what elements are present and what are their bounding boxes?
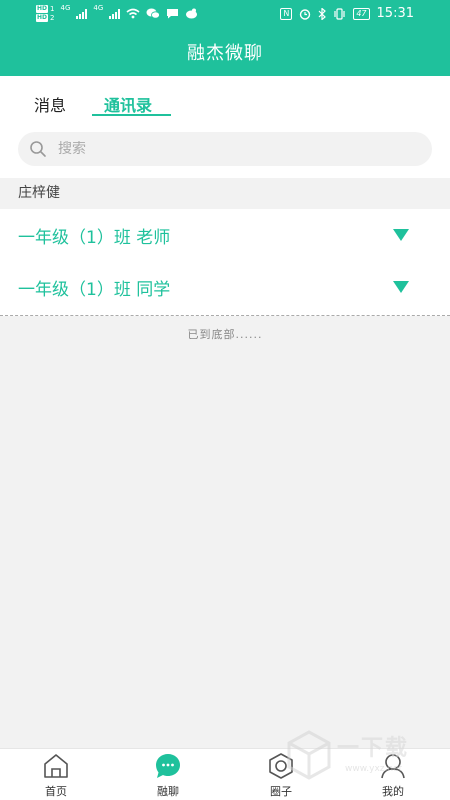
app-title-bar: 融杰微聊 <box>0 28 450 76</box>
sim-indicators: HD 1 HD 2 <box>36 5 54 22</box>
tab-contacts[interactable]: 通讯录 <box>104 92 152 116</box>
watermark-url: www.yxz.net <box>345 764 403 774</box>
watermark-text: 一下载 <box>337 736 410 761</box>
active-tab-indicator <box>92 114 171 116</box>
status-right: N 47 15:31 <box>280 6 414 21</box>
home-icon <box>44 754 68 778</box>
contact-group-classmates[interactable]: 一年级（1）班 同学 <box>0 261 450 313</box>
status-left: HD 1 HD 2 4G 4G <box>36 5 198 22</box>
search-input[interactable] <box>58 141 418 157</box>
bluetooth-icon <box>318 7 327 20</box>
watermark-logo-icon <box>287 730 331 780</box>
battery-icon: 47 <box>353 7 370 20</box>
expand-arrow-icon[interactable] <box>393 229 409 241</box>
sim2-indicator: HD 2 <box>36 14 55 22</box>
contact-group-list: 一年级（1）班 老师 一年级（1）班 同学 <box>0 209 450 316</box>
end-of-list-note: 已到底部...... <box>187 328 263 341</box>
chat-bubble-icon <box>156 754 180 778</box>
status-bar: HD 1 HD 2 4G 4G N 47 15:31 <box>0 0 450 28</box>
network-type-1: 4G <box>60 4 71 12</box>
expand-arrow-icon[interactable] <box>393 281 409 293</box>
app-title: 融杰微聊 <box>187 43 263 64</box>
signal-icon-2 <box>109 8 121 19</box>
tab-bar: 消息 通讯录 <box>0 76 450 122</box>
network-type-2: 4G <box>93 4 104 12</box>
search-icon <box>30 141 46 157</box>
group-label: 一年级（1）班 同学 <box>18 280 171 300</box>
nav-chat-label: 融聊 <box>157 785 179 798</box>
nfc-icon: N <box>280 7 293 20</box>
alarm-icon <box>300 8 311 20</box>
wechat-icon <box>146 8 161 19</box>
site-watermark: 一下载 www.yxz.net <box>285 728 435 788</box>
group-label: 一年级（1）班 老师 <box>18 228 171 248</box>
search-area <box>0 122 450 178</box>
contact-section-header: 庄梓健 <box>0 178 450 209</box>
search-bar[interactable] <box>18 132 432 166</box>
app-notification-icon <box>186 8 198 19</box>
nav-home-label: 首页 <box>45 785 67 798</box>
clock: 15:31 <box>376 6 414 21</box>
tab-messages[interactable]: 消息 <box>34 92 66 116</box>
wifi-icon <box>126 8 140 19</box>
signal-icon <box>76 8 88 19</box>
vibrate-icon <box>334 7 345 20</box>
nav-chat[interactable]: 融聊 <box>133 751 203 799</box>
sim1-indicator: HD 1 <box>36 5 55 13</box>
message-icon <box>167 9 179 19</box>
contact-group-teachers[interactable]: 一年级（1）班 老师 <box>0 209 450 261</box>
nav-home[interactable]: 首页 <box>21 751 91 799</box>
